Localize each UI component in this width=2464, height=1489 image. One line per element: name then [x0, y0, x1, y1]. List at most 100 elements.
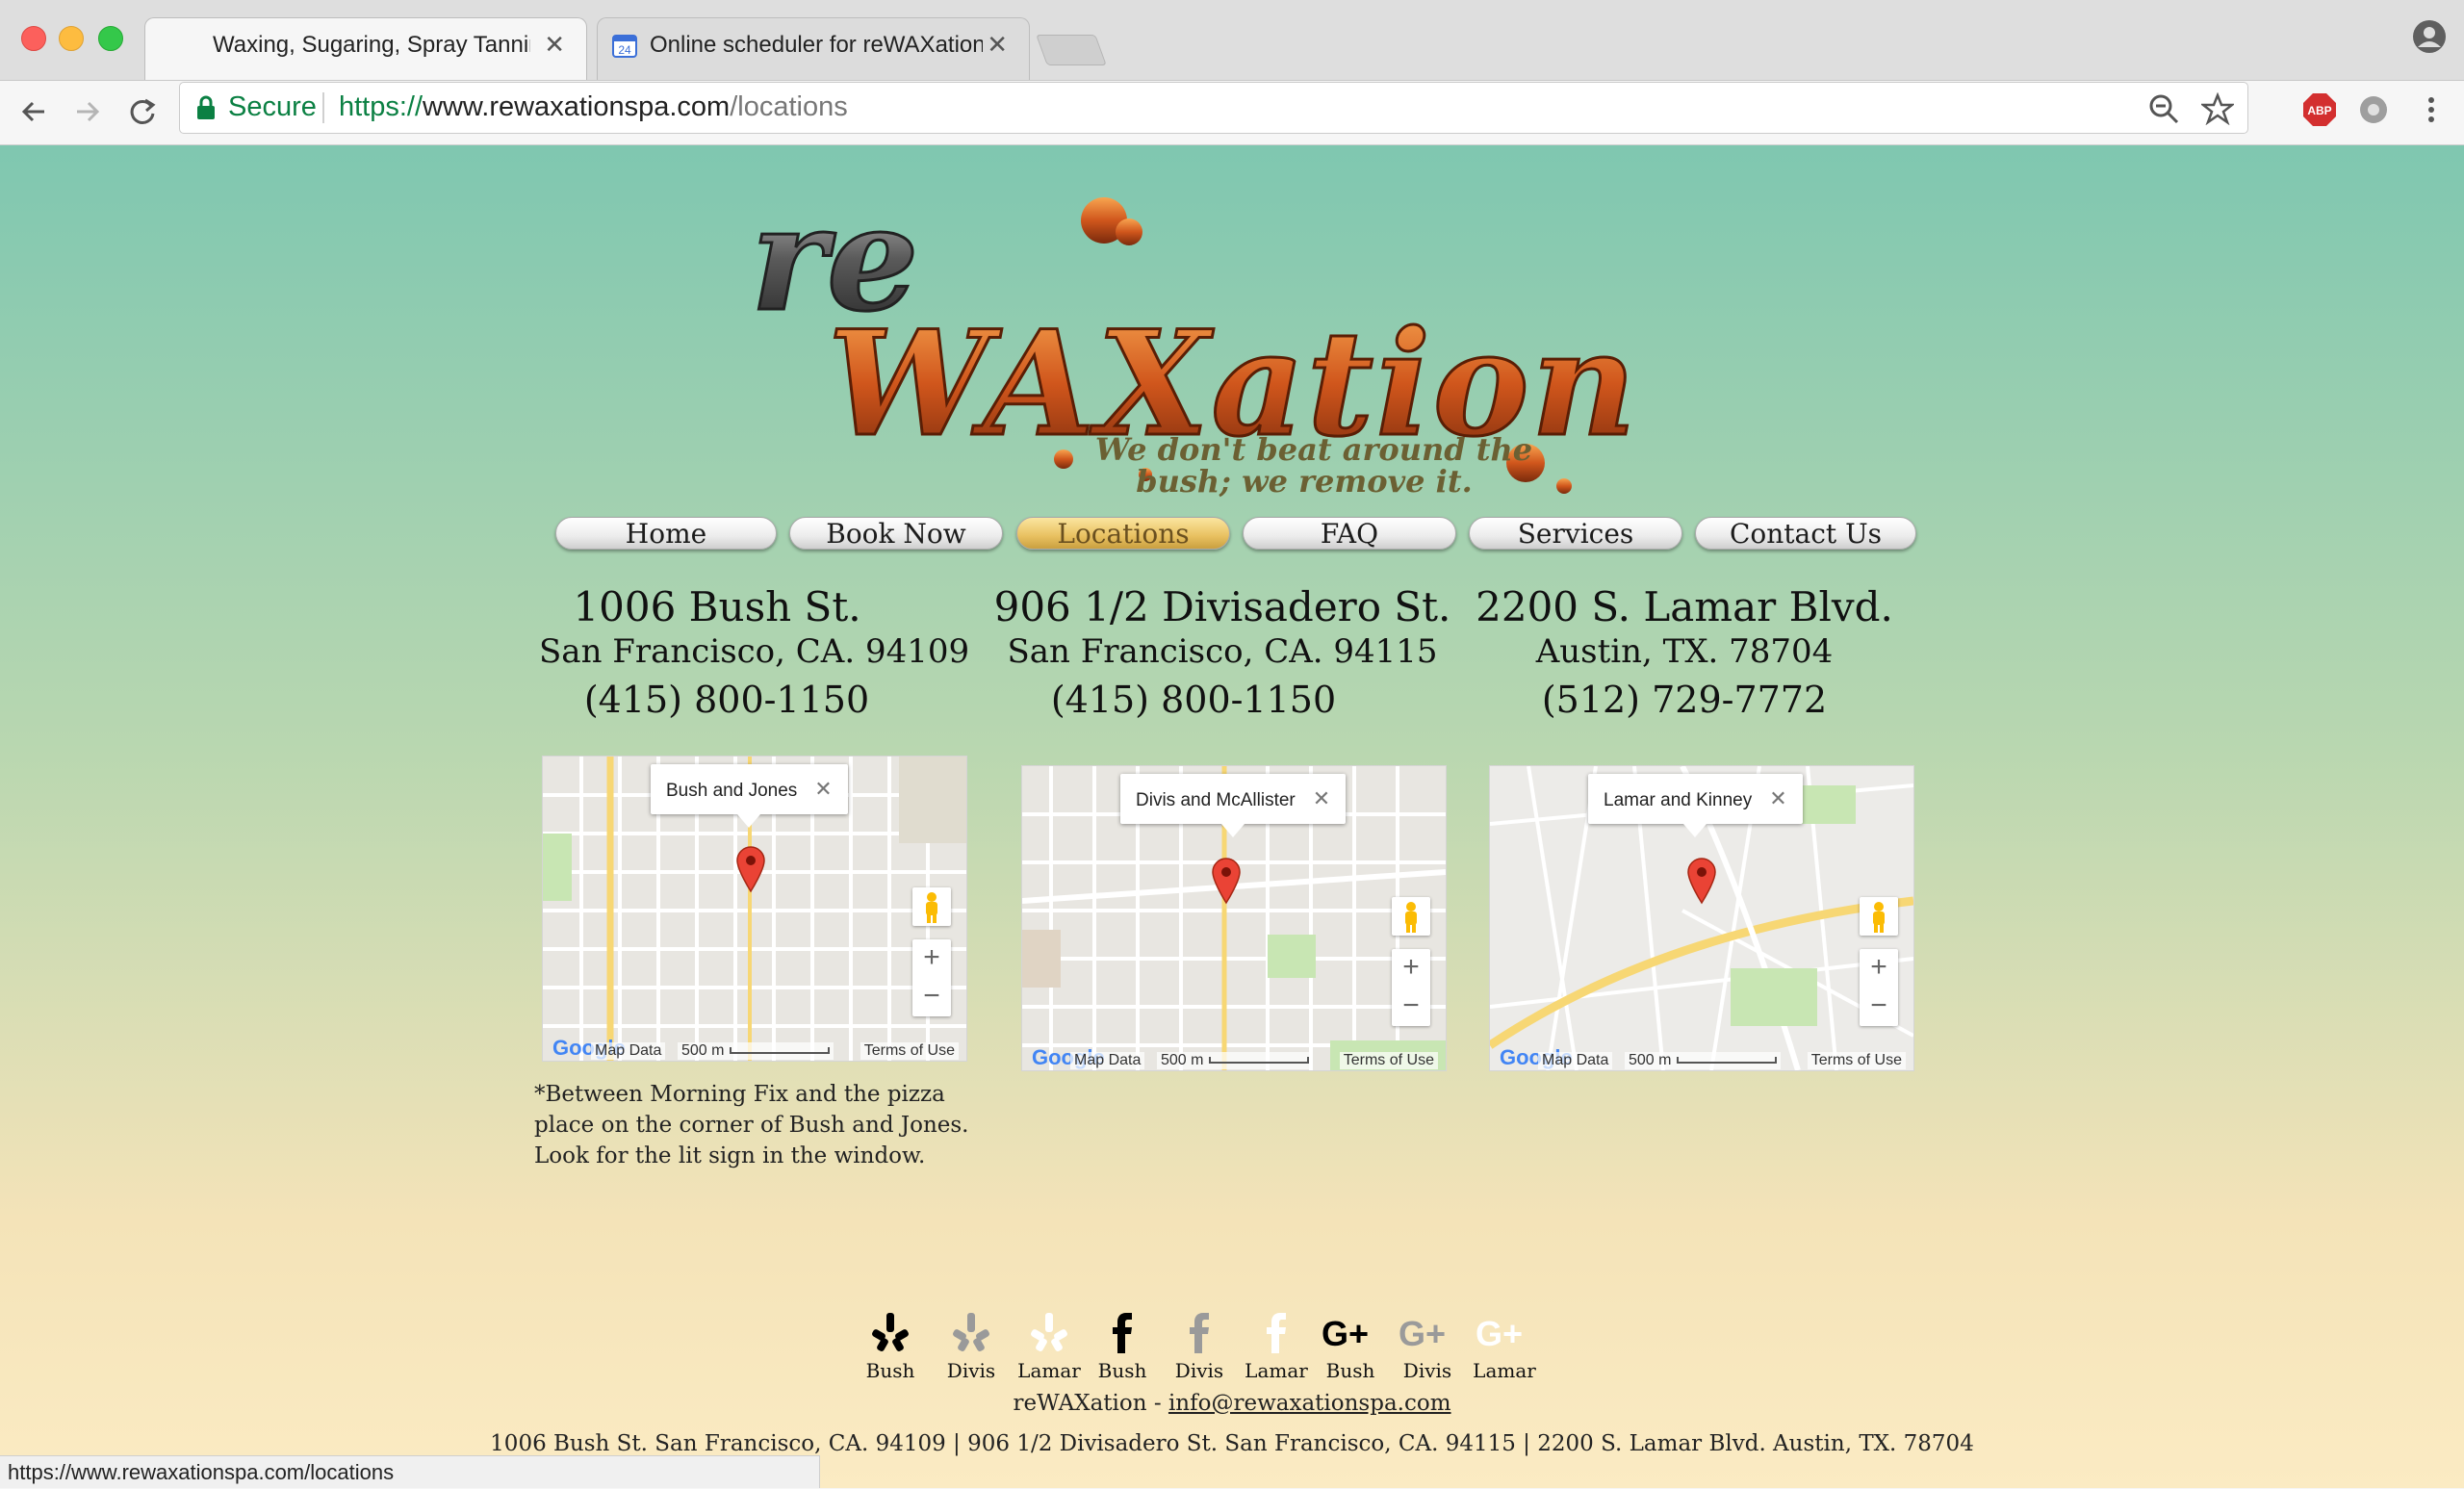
facebook-icon [1113, 1313, 1132, 1353]
location-city: Austin, TX. 78704 [1535, 632, 1834, 671]
map-lamar-and-kinney[interactable]: Lamar and Kinney ✕ + − Google Map Data 50… [1489, 765, 1914, 1071]
social-facebook-bush[interactable]: Bush [1084, 1311, 1161, 1382]
zoom-out-button[interactable]: − [1392, 988, 1430, 1026]
location-phone[interactable]: (415) 800-1150 [924, 679, 1463, 721]
street-view-pegman-icon[interactable] [912, 887, 951, 926]
social-label: Bush [1097, 1359, 1147, 1382]
location-phone[interactable]: (415) 800-1150 [491, 679, 962, 721]
tab-rewaxation-home[interactable]: Waxing, Sugaring, Spray Tanning ✕ [144, 17, 587, 80]
social-google-plus-divis[interactable]: G+ Divis [1389, 1311, 1466, 1382]
terms-of-use-link[interactable]: Terms of Use [1339, 1052, 1438, 1069]
minimize-window-button[interactable] [59, 26, 84, 51]
lock-icon [197, 95, 215, 119]
profile-icon[interactable] [2412, 19, 2447, 54]
location-lamar: 2200 S. Lamar Blvd. Austin, TX. 78704 (5… [1473, 583, 1896, 721]
map-info-bubble: Divis and McAllister ✕ [1120, 774, 1347, 837]
zoom-out-button[interactable]: − [912, 978, 951, 1016]
zoom-in-button[interactable]: + [912, 939, 951, 978]
nav-faq-button[interactable]: FAQ [1243, 517, 1456, 550]
map-zoom-controls: + − [1392, 949, 1430, 1026]
social-google-plus-bush[interactable]: G+ Bush [1312, 1311, 1389, 1382]
status-bar-url: https://www.rewaxationspa.com/locations [0, 1455, 820, 1488]
close-bubble-icon[interactable]: ✕ [1769, 786, 1786, 810]
reload-icon[interactable] [123, 92, 162, 131]
yelp-icon [872, 1313, 909, 1351]
close-window-button[interactable] [21, 26, 46, 51]
main-nav: Home Book Now Locations FAQ Services Con… [553, 517, 1920, 552]
map-info-bubble: Bush and Jones ✕ [651, 764, 848, 828]
map-attribution: Google Map Data 500 m Terms of Use [543, 1036, 966, 1061]
zoom-out-button[interactable]: − [1860, 988, 1898, 1026]
nav-home-button[interactable]: Home [555, 517, 777, 550]
close-tab-icon[interactable]: ✕ [544, 30, 565, 60]
footer-contact: reWAXation - info@rewaxationspa.com [0, 1391, 2464, 1416]
map-data-link[interactable]: Map Data [591, 1042, 666, 1060]
street-view-pegman-icon[interactable] [1860, 897, 1898, 936]
social-label: Divis [1174, 1359, 1224, 1382]
map-bush-and-jones[interactable]: Bush and Jones ✕ + − Google Map Data 500 … [542, 756, 967, 1062]
location-divisadero: 906 1/2 Divisadero St. San Francisco, CA… [982, 583, 1463, 721]
map-pin-icon[interactable] [1211, 857, 1242, 905]
nav-book-now-button[interactable]: Book Now [789, 517, 1003, 550]
menu-kebab-icon[interactable] [2414, 92, 2449, 127]
social-yelp-bush[interactable]: Bush [852, 1311, 929, 1382]
social-facebook-divis[interactable]: Divis [1161, 1311, 1238, 1382]
google-plus-icon: G+ [1476, 1314, 1523, 1353]
settings-gear-icon[interactable] [2356, 92, 2391, 127]
tab-online-scheduler[interactable]: 24 Online scheduler for reWAXation ✕ [597, 17, 1030, 80]
map-pin-icon[interactable] [735, 845, 766, 893]
nav-services-button[interactable]: Services [1469, 517, 1682, 550]
location-street: 1006 Bush St. [573, 583, 861, 630]
adblock-extension-icon[interactable]: ABP [2302, 92, 2337, 127]
address-bar[interactable]: Secure https://www.rewaxationspa.com/loc… [179, 82, 2248, 134]
zoom-in-button[interactable]: + [1860, 949, 1898, 988]
social-google-plus-lamar[interactable]: G+ Lamar [1466, 1311, 1543, 1382]
social-label: Lamar [1245, 1359, 1308, 1382]
bookmark-star-icon[interactable] [2199, 91, 2236, 126]
nav-contact-us-button[interactable]: Contact Us [1695, 517, 1916, 550]
back-icon[interactable] [15, 92, 54, 131]
url-text[interactable]: https://www.rewaxationspa.com/locations [339, 91, 848, 123]
social-label: Lamar [1017, 1359, 1081, 1382]
terms-of-use-link[interactable]: Terms of Use [1807, 1052, 1906, 1069]
social-yelp-divis[interactable]: Divis [933, 1311, 1010, 1382]
facebook-icon [1267, 1313, 1286, 1353]
map-attribution: Google Map Data 500 m Terms of Use [1490, 1045, 1913, 1070]
map-data-link[interactable]: Map Data [1538, 1052, 1613, 1069]
close-tab-icon[interactable]: ✕ [987, 30, 1008, 60]
location-street: 906 1/2 Divisadero St. [993, 583, 1451, 630]
nav-locations-button[interactable]: Locations [1016, 517, 1230, 550]
rewaxation-logo[interactable]: re WAXation We don't beat around the bus… [746, 145, 1670, 511]
tab-title: Waxing, Sugaring, Spray Tanning [213, 32, 530, 58]
map-pin-icon[interactable] [1686, 857, 1717, 905]
forward-icon[interactable] [67, 92, 106, 131]
map-scale: 500 m [1625, 1052, 1782, 1069]
maximize-window-button[interactable] [98, 26, 123, 51]
footer-email-link[interactable]: info@rewaxationspa.com [1168, 1391, 1451, 1416]
map-zoom-controls: + − [1860, 949, 1898, 1026]
map-attribution: Google Map Data 500 m Terms of Use [1022, 1045, 1446, 1070]
map-data-link[interactable]: Map Data [1070, 1052, 1145, 1069]
zoom-icon[interactable] [2147, 92, 2180, 125]
omnibox-separator [322, 92, 324, 123]
google-plus-icon: G+ [1322, 1314, 1369, 1353]
close-bubble-icon[interactable]: ✕ [1313, 786, 1330, 810]
yelp-icon [1031, 1313, 1067, 1351]
tab-title: Online scheduler for reWAXation [650, 32, 983, 58]
map-scale: 500 m [1157, 1052, 1314, 1069]
logo-tagline-line2: bush; we remove it. [1136, 463, 1473, 500]
close-bubble-icon[interactable]: ✕ [814, 777, 832, 801]
social-yelp-lamar[interactable]: Lamar [1011, 1311, 1088, 1382]
street-view-pegman-icon[interactable] [1392, 897, 1430, 936]
footer-brand: reWAXation - [1013, 1391, 1168, 1416]
new-tab-button[interactable] [1036, 35, 1107, 65]
location-bush: 1006 Bush St. San Francisco, CA. 94109 (… [539, 583, 969, 721]
footer-addresses: 1006 Bush St. San Francisco, CA. 94109 |… [490, 1431, 1974, 1456]
map-divis-and-mcallister[interactable]: Divis and McAllister ✕ + − Google Map Dat… [1021, 765, 1447, 1071]
social-facebook-lamar[interactable]: Lamar [1238, 1311, 1315, 1382]
terms-of-use-link[interactable]: Terms of Use [860, 1042, 959, 1060]
social-label: Lamar [1473, 1359, 1536, 1382]
map-scale: 500 m [678, 1042, 834, 1060]
location-phone[interactable]: (512) 729-7772 [1473, 679, 1896, 721]
zoom-in-button[interactable]: + [1392, 949, 1430, 988]
